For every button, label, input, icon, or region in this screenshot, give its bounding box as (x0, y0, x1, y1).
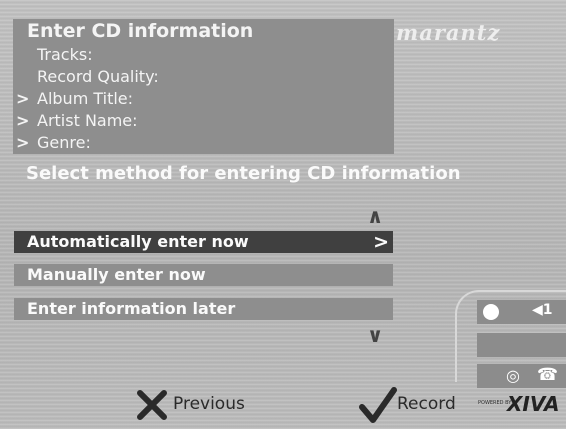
volume-icon: ◀1 (532, 302, 553, 318)
option-label: Enter information later (27, 299, 236, 318)
selection-arrow-icon: > (373, 231, 389, 253)
record-label: Record (397, 394, 456, 414)
info-label: Tracks: (37, 45, 93, 64)
info-line-record-quality: Record Quality: (16, 67, 159, 86)
info-line-genre[interactable]: > Genre: (16, 133, 91, 152)
option-label: Manually enter now (27, 265, 206, 284)
checkmark-icon (359, 387, 397, 423)
method-prompt: Select method for entering CD informatio… (26, 163, 461, 184)
option-label: Automatically enter now (27, 232, 249, 251)
page-title: Enter CD information (27, 20, 254, 42)
info-label: Record Quality: (37, 67, 159, 86)
phone-icon: ☎ (537, 365, 559, 385)
info-line-artist-name[interactable]: > Artist Name: (16, 111, 138, 130)
option-enter-information-later[interactable]: Enter information later (14, 298, 393, 320)
scroll-up-icon[interactable]: ∧ (367, 204, 383, 228)
info-label: Genre: (37, 133, 91, 152)
record-indicator-icon (483, 304, 499, 320)
info-marker: > (16, 89, 30, 108)
xiva-logo: XIVA (507, 392, 560, 416)
info-line-tracks: Tracks: (16, 45, 93, 64)
info-marker: > (16, 111, 30, 130)
previous-label: Previous (173, 394, 245, 414)
disc-icon: ◎ (506, 366, 520, 385)
option-automatically-enter-now[interactable]: Automatically enter now > (14, 231, 393, 253)
option-manually-enter-now[interactable]: Manually enter now (14, 264, 393, 286)
info-label: Artist Name: (37, 111, 138, 130)
record-button[interactable]: Record (359, 385, 459, 425)
x-icon (137, 390, 167, 420)
info-label: Album Title: (37, 89, 134, 108)
status-box-blank (477, 333, 566, 357)
info-line-album-title[interactable]: > Album Title: (16, 89, 133, 108)
scroll-down-icon[interactable]: ∨ (367, 323, 383, 347)
previous-button[interactable]: Previous (137, 388, 247, 424)
brand-logo: marantz (396, 20, 501, 45)
info-marker: > (16, 133, 30, 152)
